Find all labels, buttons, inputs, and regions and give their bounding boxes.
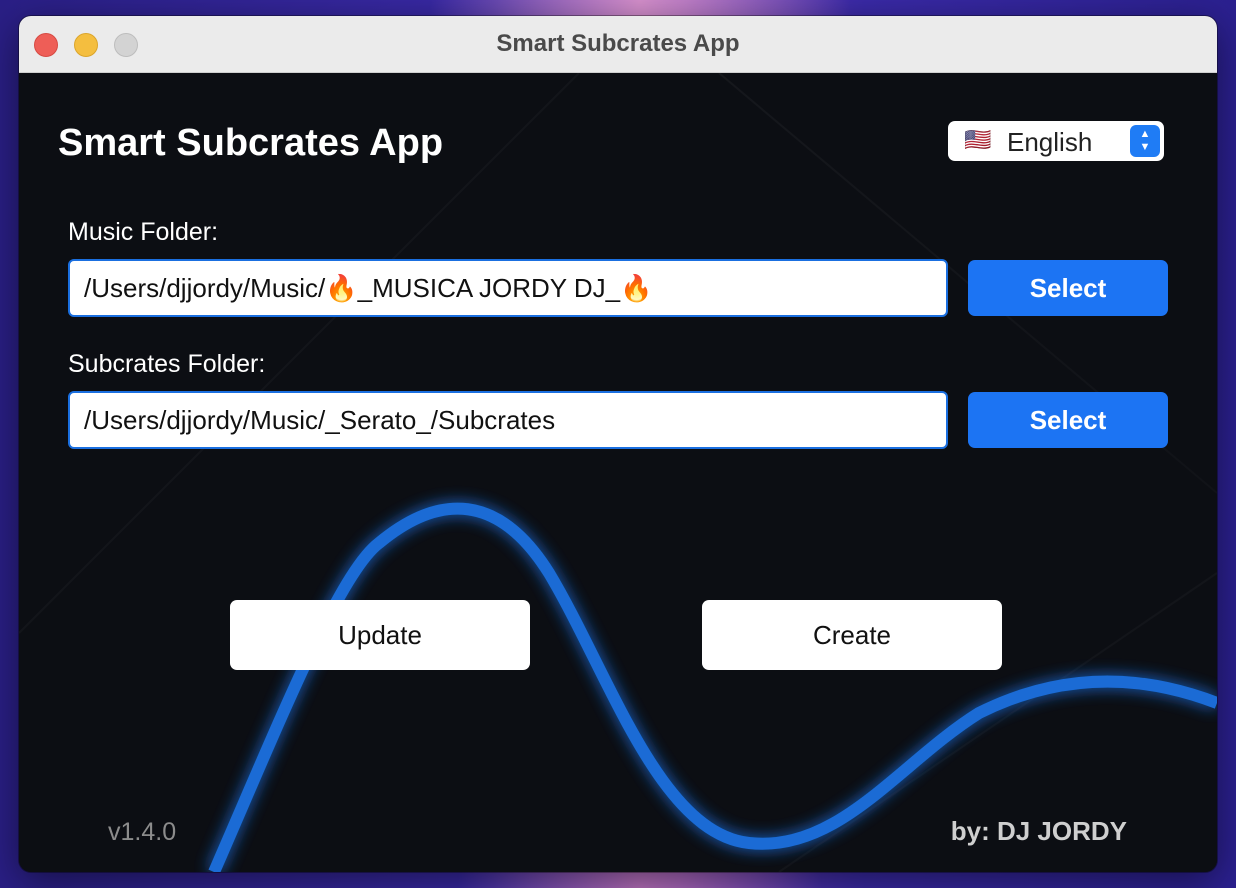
- language-select[interactable]: 🇺🇸 English ▲ ▼: [948, 121, 1164, 161]
- music-folder-input[interactable]: [68, 259, 948, 317]
- window-title: Smart Subcrates App: [496, 30, 740, 57]
- title-bar: Smart Subcrates App: [19, 16, 1217, 73]
- us-flag-icon: 🇺🇸: [964, 127, 992, 152]
- app-heading: Smart Subcrates App: [58, 122, 444, 164]
- waveform-background: [19, 73, 1217, 872]
- select-music-folder-button[interactable]: Select: [968, 260, 1168, 316]
- create-button[interactable]: Create: [702, 600, 1002, 670]
- language-selected-value: English: [1007, 127, 1093, 157]
- app-window: Smart Subcrates App Smart Subcrates App …: [19, 16, 1217, 872]
- music-folder-label: Music Folder:: [68, 218, 219, 246]
- subcrates-folder-label: Subcrates Folder:: [68, 350, 266, 378]
- chevron-up-down-icon[interactable]: ▲ ▼: [1130, 125, 1160, 157]
- main-content: Smart Subcrates App 🇺🇸 English ▲ ▼ Music …: [19, 73, 1217, 872]
- author-credit: by: DJ JORDY: [950, 816, 1127, 846]
- update-button[interactable]: Update: [230, 600, 530, 670]
- subcrates-folder-input[interactable]: [68, 391, 948, 449]
- select-subcrates-folder-button[interactable]: Select: [968, 392, 1168, 448]
- version-label: v1.4.0: [108, 818, 177, 846]
